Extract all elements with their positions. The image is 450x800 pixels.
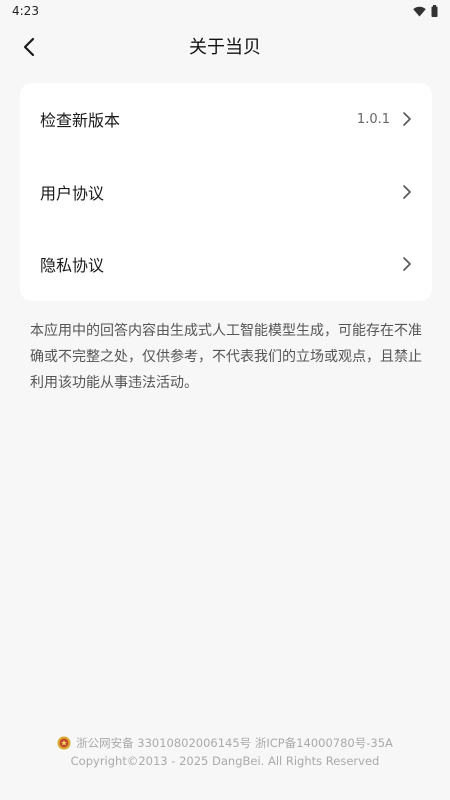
user-agreement-row[interactable]: 用户协议: [20, 156, 432, 229]
status-icons: [413, 5, 438, 17]
settings-card: 检查新版本 1.0.1 用户协议 隐私协议: [20, 83, 432, 301]
privacy-agreement-row[interactable]: 隐私协议: [20, 228, 432, 301]
battery-icon: [431, 5, 438, 17]
row-label: 用户协议: [40, 183, 105, 203]
back-button[interactable]: [14, 32, 44, 62]
wifi-icon: [413, 6, 426, 16]
status-bar: 4:23: [0, 0, 450, 22]
chevron-right-icon: [403, 112, 411, 127]
police-badge-icon: [57, 736, 71, 750]
chevron-right-icon: [403, 185, 411, 199]
ai-disclaimer-text: 本应用中的回答内容由生成式人工智能模型生成，可能存在不准确或不完整之处，仅供参考…: [30, 323, 422, 391]
copyright-text: Copyright©2013 - 2025 DangBei. All Right…: [70, 754, 380, 768]
nav-bar: 关于当贝: [0, 24, 450, 68]
page-title: 关于当贝: [189, 37, 261, 58]
registration-line: 浙公网安备 33010802006145号 浙ICP备14000780号-35A: [0, 734, 450, 752]
footer: 浙公网安备 33010802006145号 浙ICP备14000780号-35A…: [0, 734, 450, 770]
status-time: 4:23: [12, 4, 39, 18]
check-update-row[interactable]: 检查新版本 1.0.1: [20, 83, 432, 156]
chevron-left-icon: [23, 37, 35, 57]
chevron-right-icon: [403, 257, 411, 272]
registration-text[interactable]: 浙公网安备 33010802006145号 浙ICP备14000780号-35A: [76, 734, 393, 752]
version-value: 1.0.1: [356, 111, 390, 127]
row-label: 检查新版本: [40, 111, 121, 131]
row-label: 隐私协议: [40, 256, 105, 276]
